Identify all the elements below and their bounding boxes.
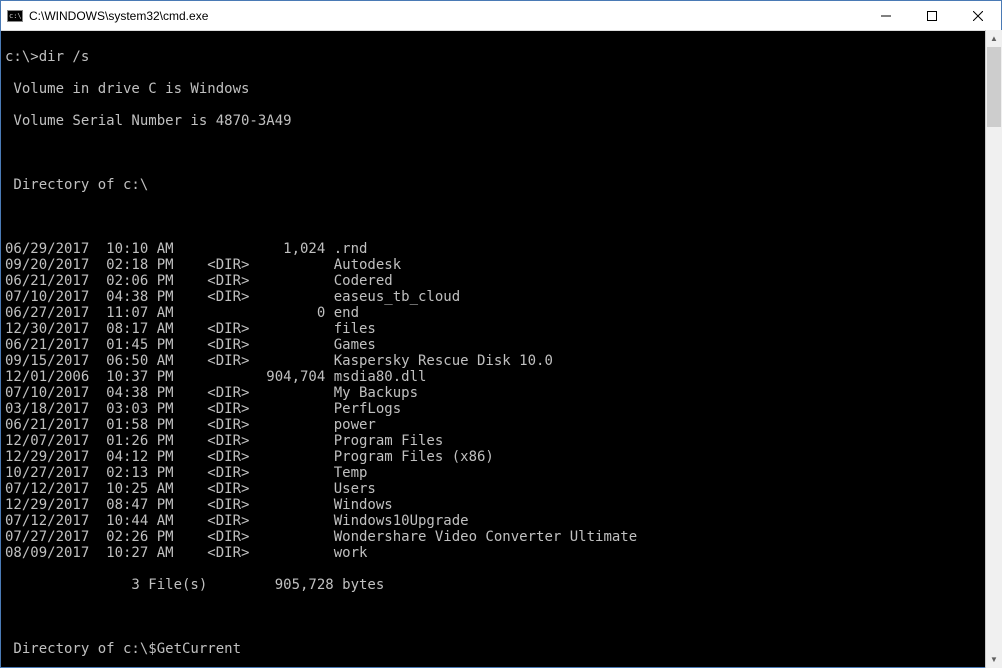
minimize-button[interactable]: [863, 1, 909, 30]
scroll-down-arrow-icon[interactable]: ▼: [986, 651, 1002, 668]
cmd-window: c:\ C:\WINDOWS\system32\cmd.exe c:\>dir …: [0, 0, 1002, 668]
vertical-scrollbar[interactable]: ▲ ▼: [985, 30, 1002, 668]
close-button[interactable]: [955, 1, 1001, 30]
window-controls: [863, 1, 1001, 30]
blank-line: [5, 609, 997, 625]
dir-entry: 06/21/2017 01:58 PM <DIR> power: [5, 417, 997, 433]
dir-summary: 3 File(s) 905,728 bytes: [5, 577, 997, 593]
minimize-icon: [881, 11, 891, 21]
dir-entry: 06/21/2017 02:06 PM <DIR> Codered: [5, 273, 997, 289]
dir-entry: 06/21/2017 01:45 PM <DIR> Games: [5, 337, 997, 353]
dir-entry: 06/29/2017 10:10 AM 1,024 .rnd: [5, 241, 997, 257]
scrollbar-thumb[interactable]: [987, 47, 1001, 127]
titlebar[interactable]: c:\ C:\WINDOWS\system32\cmd.exe: [1, 1, 1001, 31]
blank-line: [5, 145, 997, 161]
terminal-output[interactable]: c:\>dir /s Volume in drive C is Windows …: [1, 31, 1001, 667]
maximize-button[interactable]: [909, 1, 955, 30]
cmd-icon: c:\: [7, 8, 23, 24]
blank-line: [5, 209, 997, 225]
dir-entry: 12/29/2017 08:47 PM <DIR> Windows: [5, 497, 997, 513]
dir-entry: 03/18/2017 03:03 PM <DIR> PerfLogs: [5, 401, 997, 417]
volume-line: Volume in drive C is Windows: [5, 81, 997, 97]
maximize-icon: [927, 11, 937, 21]
dir-listing-1: 06/29/2017 10:10 AM 1,024 .rnd09/20/2017…: [5, 241, 997, 561]
dir-entry: 12/07/2017 01:26 PM <DIR> Program Files: [5, 433, 997, 449]
window-title: C:\WINDOWS\system32\cmd.exe: [29, 9, 863, 23]
dir-entry: 12/29/2017 04:12 PM <DIR> Program Files …: [5, 449, 997, 465]
dir-entry: 07/10/2017 04:38 PM <DIR> easeus_tb_clou…: [5, 289, 997, 305]
dir-entry: 12/30/2017 08:17 AM <DIR> files: [5, 321, 997, 337]
dir-entry: 06/27/2017 11:07 AM 0 end: [5, 305, 997, 321]
scroll-up-arrow-icon[interactable]: ▲: [986, 30, 1002, 47]
dir-entry: 07/10/2017 04:38 PM <DIR> My Backups: [5, 385, 997, 401]
close-icon: [973, 11, 983, 21]
dir-entry: 09/20/2017 02:18 PM <DIR> Autodesk: [5, 257, 997, 273]
dir-entry: 07/27/2017 02:26 PM <DIR> Wondershare Vi…: [5, 529, 997, 545]
dir-entry: 09/15/2017 06:50 AM <DIR> Kaspersky Resc…: [5, 353, 997, 369]
prompt-line: c:\>dir /s: [5, 49, 997, 65]
dir-entry: 10/27/2017 02:13 PM <DIR> Temp: [5, 465, 997, 481]
dir-entry: 12/01/2006 10:37 PM 904,704 msdia80.dll: [5, 369, 997, 385]
dir-header: Directory of c:\: [5, 177, 997, 193]
dir-entry: 08/09/2017 10:27 AM <DIR> work: [5, 545, 997, 561]
dir-entry: 07/12/2017 10:25 AM <DIR> Users: [5, 481, 997, 497]
dir-entry: 07/12/2017 10:44 AM <DIR> Windows10Upgra…: [5, 513, 997, 529]
serial-line: Volume Serial Number is 4870-3A49: [5, 113, 997, 129]
dir-header: Directory of c:\$GetCurrent: [5, 641, 997, 657]
